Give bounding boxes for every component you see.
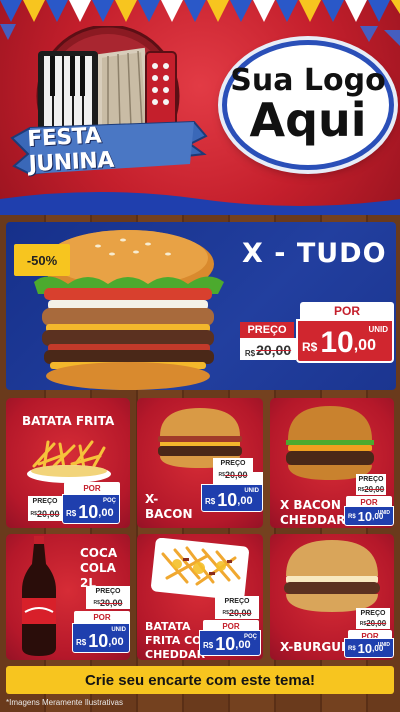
- preco-label: PREÇO: [28, 496, 62, 507]
- blue-wave-divider: [0, 192, 400, 215]
- old-price-value: 20,00: [228, 608, 252, 618]
- logo-placeholder: Sua Logo Aqui: [222, 40, 394, 170]
- currency: R$: [76, 638, 87, 647]
- product-card: COCA COLA 2L PREÇO R$ 20,00 POR R$ 10,00 UN…: [6, 534, 130, 660]
- old-price: R$ 20,00: [240, 338, 296, 360]
- price-integer: 10: [217, 490, 238, 510]
- disclaimer-text: *Imagens Meramente Ilustrativas: [6, 698, 123, 707]
- currency: R$: [348, 514, 356, 520]
- fries-icon: [27, 440, 111, 483]
- price-decimal: ,00: [98, 507, 114, 519]
- new-price: R$ 10,00 UNID: [72, 623, 130, 653]
- preco-label: PREÇO: [215, 596, 259, 607]
- old-price-value: 20,00: [224, 470, 248, 480]
- unit-label: UNID: [244, 488, 259, 494]
- old-price: R$ 20,00: [215, 607, 259, 619]
- new-price: R$ 10,00 POÇ: [199, 630, 261, 656]
- new-price: R$ 10 ,00 UNID: [296, 319, 394, 363]
- old-price-value: 20,00: [256, 342, 292, 358]
- old-price-value: 20,00: [366, 619, 387, 628]
- por-label: POR: [300, 302, 394, 319]
- product-card: X BACON E CHEDDAR PREÇO R$20,00 POR R$10…: [270, 398, 394, 528]
- discount-badge: -50%: [14, 244, 70, 276]
- old-currency: R$: [244, 349, 256, 358]
- old-price: R$ 20,00: [356, 484, 386, 495]
- cheese-fries-icon: [151, 538, 249, 600]
- price-integer: 10: [88, 631, 109, 651]
- soda-bottle-icon: [22, 536, 56, 656]
- old-price-value: 20,00: [36, 509, 60, 519]
- header: FESTA JUNINA Sua Logo Aqui: [0, 0, 400, 215]
- price-decimal: ,00: [237, 495, 253, 507]
- product-card: BATATA FRITA POR PREÇO R$ 20,00 R$ 10,00 PO…: [6, 398, 130, 528]
- unit-label: UNID: [368, 325, 388, 334]
- new-price: R$ 10,00 POÇ: [62, 494, 120, 524]
- preco-label: PREÇO: [213, 458, 253, 469]
- preco-label: PREÇO: [240, 322, 294, 338]
- new-price: R$ 10,00 UNID: [344, 506, 394, 526]
- old-price: R$ 20,00: [86, 597, 130, 609]
- product-name: BATATA FRITA: [22, 414, 115, 428]
- product-card: X-BURGUER PREÇO R$ 20,00 POR R$ 10,00 UNID: [270, 534, 394, 660]
- logo-line-2: Aqui: [249, 92, 367, 147]
- hero-price-tag: POR PREÇO R$ 20,00 R$ 10 ,00 UNID: [238, 302, 394, 366]
- hero-panel: -50% X - TUDO POR PREÇO R$ 20,00 R$ 10 ,0…: [6, 222, 396, 390]
- burger-icon: [284, 540, 380, 612]
- price-integer: 10: [357, 509, 373, 524]
- cta-banner[interactable]: Crie seu encarte com este tema!: [6, 666, 394, 694]
- currency: R$: [348, 646, 356, 652]
- por-label: POR: [74, 611, 130, 623]
- price-tag-value: R$ 10,00 UNID: [344, 638, 394, 660]
- product-name: COCA COLA 2L: [80, 546, 118, 590]
- product-card: BATATA FRITA COM CHEDDAR PREÇO R$20,00 P…: [137, 534, 263, 660]
- old-price: R$ 20,00: [28, 507, 62, 521]
- new-price: R$ 10,00 UNID: [201, 484, 263, 512]
- preco-label: PREÇO: [86, 586, 130, 597]
- unit-label: UNID: [111, 627, 126, 633]
- old-price-value: 20,00: [364, 485, 385, 494]
- logo-line-1: Sua Logo: [230, 62, 386, 98]
- hero-product-title: X - TUDO: [242, 238, 387, 269]
- price-integer: 10: [320, 326, 354, 359]
- por-label: POR: [64, 482, 120, 494]
- price-tag: POR PREÇO R$20,00 R$10,00UNID: [177, 458, 263, 512]
- price-integer: 10: [215, 634, 236, 654]
- unit-label: POÇ: [243, 634, 257, 640]
- currency: R$: [66, 509, 77, 518]
- price-tag: POR PREÇO R$ 20,00 R$ 10,00 POÇ: [28, 482, 120, 528]
- new-price: R$ 10,00 UNID: [344, 638, 394, 658]
- price-decimal: ,00: [353, 337, 376, 354]
- price-integer: 10: [78, 502, 99, 522]
- price-tag-value: R$ 10,00 POÇ: [199, 630, 261, 658]
- old-price: R$ 20,00: [213, 469, 253, 481]
- price-integer: 10: [357, 641, 373, 656]
- product-card: X- BACON POR PREÇO R$20,00 R$10,00UNID: [137, 398, 263, 528]
- unit-label: UNID: [377, 642, 390, 648]
- product-name: X BACON E CHEDDAR: [280, 498, 353, 527]
- old-price: R$ 20,00: [356, 618, 390, 629]
- promo-flyer: FESTA JUNINA Sua Logo Aqui -50% X - TUDO: [0, 0, 400, 712]
- price-decimal: ,00: [235, 639, 251, 651]
- price-tag: PREÇO R$ 20,00 POR R$ 10,00 UNID: [72, 586, 130, 653]
- price-tag-value: R$ 10,00 UNID: [344, 506, 394, 528]
- festival-banner-text: FESTA JUNINA: [26, 123, 115, 178]
- old-price-value: 20,00: [99, 598, 123, 608]
- currency: R$: [302, 340, 318, 354]
- currency: R$: [203, 641, 214, 650]
- currency: R$: [205, 497, 216, 506]
- price-decimal: ,00: [108, 636, 124, 648]
- unit-label: UNID: [377, 510, 390, 516]
- unit-label: POÇ: [102, 498, 116, 504]
